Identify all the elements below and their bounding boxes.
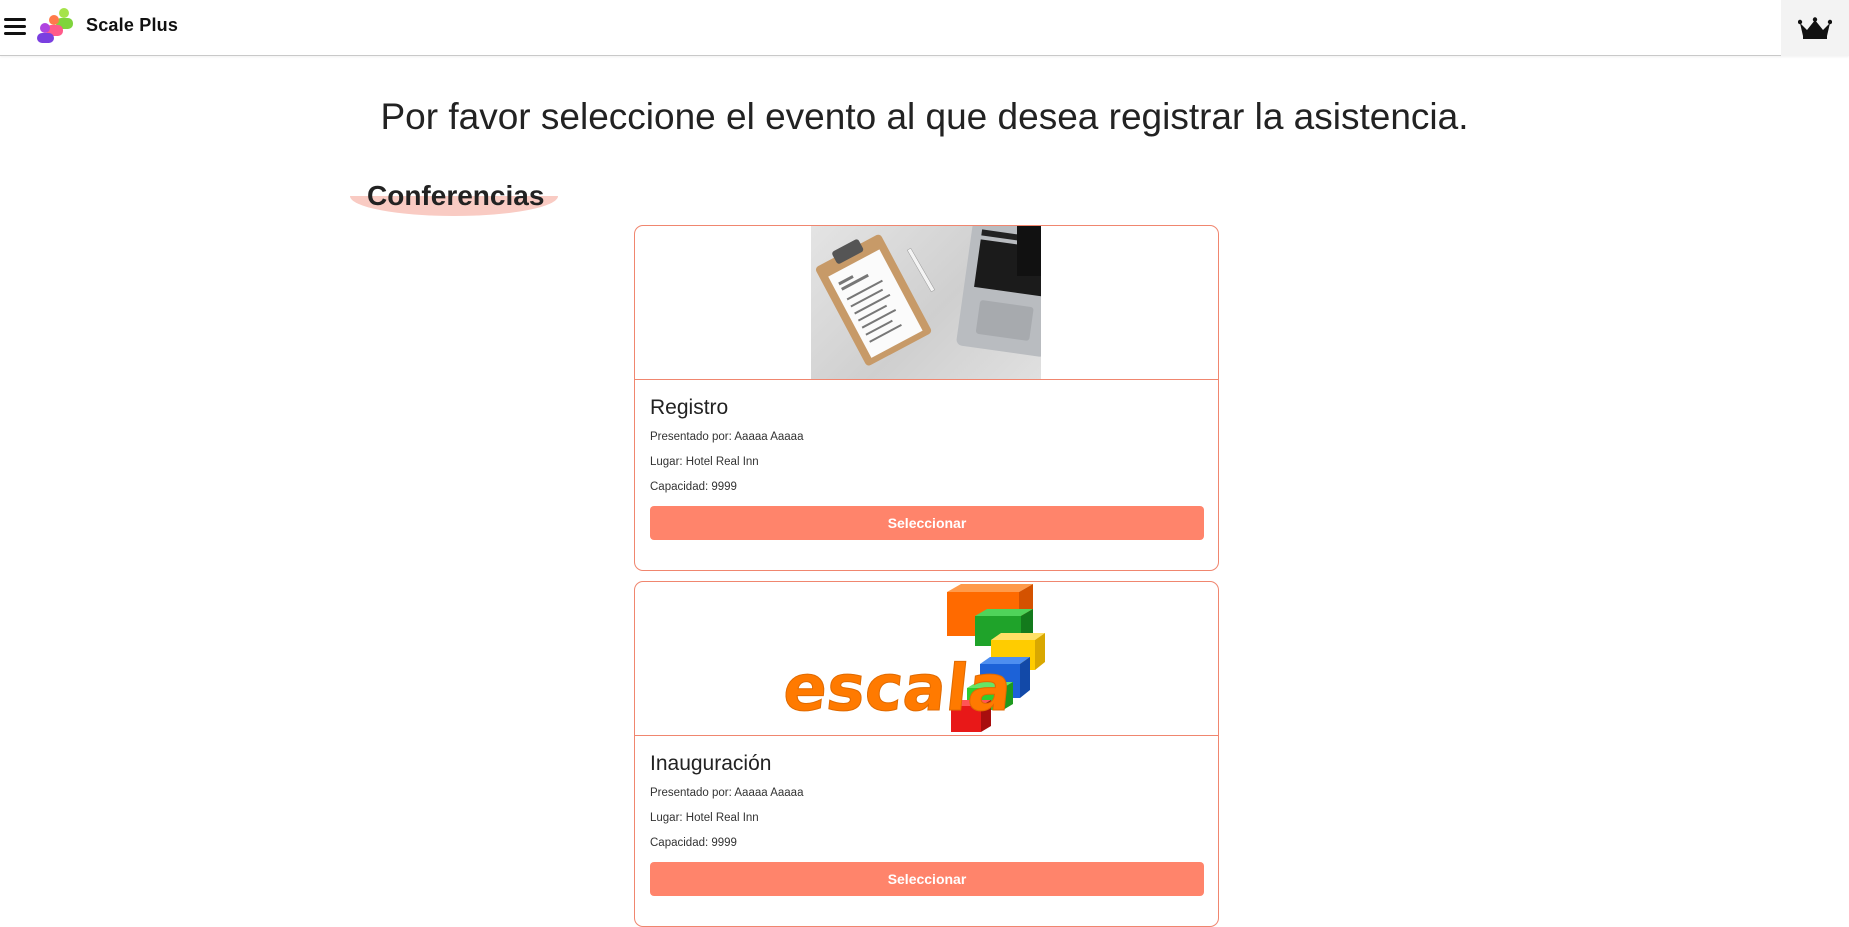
event-place: Lugar: Hotel Real Inn xyxy=(650,456,759,468)
section-title: Conferencias xyxy=(367,180,545,211)
event-title: Inauguración xyxy=(650,752,772,775)
select-event-button[interactable]: Seleccionar xyxy=(650,506,1204,540)
scale-plus-logo[interactable] xyxy=(36,8,80,44)
section-header: Conferencias xyxy=(350,180,558,216)
hamburger-menu-icon[interactable] xyxy=(4,18,26,36)
event-image-container xyxy=(635,226,1218,380)
escala-logo: escala xyxy=(779,584,1045,732)
escala-logo-text: escala xyxy=(780,651,1016,726)
event-capacity: Capacidad: 9999 xyxy=(650,837,737,849)
event-card: Registro Presentado por: Aaaaa Aaaaa Lug… xyxy=(634,225,1219,571)
crown-icon xyxy=(1798,17,1832,39)
event-presenter: Presentado por: Aaaaa Aaaaa xyxy=(650,431,804,443)
event-title: Registro xyxy=(650,396,729,419)
select-event-button[interactable]: Seleccionar xyxy=(650,862,1204,896)
brand-name[interactable]: Scale Plus xyxy=(86,15,178,36)
page-heading: Por favor seleccione el evento al que de… xyxy=(380,96,1469,137)
event-capacity: Capacidad: 9999 xyxy=(650,481,737,493)
event-presenter: Presentado por: Aaaaa Aaaaa xyxy=(650,787,804,799)
top-navbar: Scale Plus xyxy=(0,0,1849,56)
event-card: escala Inauguración Presentado por: Aaaa… xyxy=(634,581,1219,927)
premium-button[interactable] xyxy=(1781,0,1849,56)
event-image-container: escala xyxy=(635,582,1218,736)
event-place: Lugar: Hotel Real Inn xyxy=(650,812,759,824)
clipboard-laptop-photo xyxy=(811,226,1063,379)
